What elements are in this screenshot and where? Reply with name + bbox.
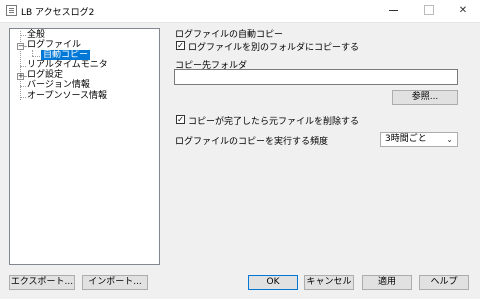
copy-checkbox[interactable]: ✓	[176, 41, 185, 50]
browse-button[interactable]: 参照...	[392, 90, 458, 105]
delete-checkbox[interactable]: ✓	[176, 115, 185, 124]
tree-item-label: リアルタイムモニタ	[27, 60, 108, 70]
tree-connector	[20, 97, 26, 98]
export-button[interactable]: エクスポート...	[9, 275, 75, 290]
tree-item-opensource[interactable]: オープンソース情報	[27, 91, 107, 102]
close-button[interactable]: ✕	[448, 0, 478, 22]
maximize-icon	[424, 5, 434, 15]
ok-button[interactable]: OK	[248, 275, 298, 290]
tree-connector	[20, 35, 26, 36]
tree-item-label: オープンソース情報	[27, 91, 108, 101]
tree-connector	[24, 46, 26, 47]
chevron-down-icon: ⌄	[446, 135, 453, 144]
settings-tree[interactable]: 全般 − ログファイル 自動コピー リアルタイムモニタ + ログ設定 バージョン…	[9, 28, 160, 265]
import-button[interactable]: インポート...	[82, 275, 148, 290]
app-icon	[6, 5, 17, 16]
tree-connector	[20, 66, 26, 67]
cancel-button[interactable]: キャンセル	[304, 275, 354, 290]
window-title: LB アクセスログ2	[21, 8, 95, 18]
tree-connector	[32, 56, 40, 57]
frequency-label: ログファイルのコピーを実行する頻度	[175, 137, 329, 147]
copy-checkbox-label[interactable]: ログファイルを別のフォルダにコピーする	[188, 40, 359, 53]
collapse-icon[interactable]: −	[17, 43, 24, 50]
delete-checkbox-label[interactable]: コピーが完了したら元ファイルを削除する	[188, 114, 359, 127]
help-button[interactable]: ヘルプ	[419, 275, 469, 290]
tree-item-label: 自動コピー	[41, 50, 91, 60]
minimize-button[interactable]	[378, 0, 408, 22]
frequency-value: 3時間ごと	[385, 134, 427, 144]
tree-item-version[interactable]: バージョン情報	[27, 80, 90, 91]
expand-icon[interactable]: +	[17, 73, 24, 80]
maximize-button[interactable]	[414, 0, 444, 22]
dest-folder-input[interactable]	[174, 69, 458, 85]
title-bar: LB アクセスログ2 ✕	[0, 0, 480, 23]
tree-connector	[24, 76, 26, 77]
apply-button[interactable]: 適用	[362, 275, 412, 290]
frequency-select[interactable]: 3時間ごと ⌄	[380, 132, 458, 147]
minimize-icon	[388, 9, 398, 11]
tree-connector	[20, 86, 26, 87]
section-title: ログファイルの自動コピー	[175, 30, 284, 40]
tree-item-label: ログ設定	[27, 70, 64, 80]
tree-item-label: ログファイル	[27, 40, 82, 50]
tree-item-label: バージョン情報	[27, 80, 90, 90]
tree-item-label: 全般	[27, 30, 46, 40]
close-icon: ✕	[458, 5, 468, 16]
